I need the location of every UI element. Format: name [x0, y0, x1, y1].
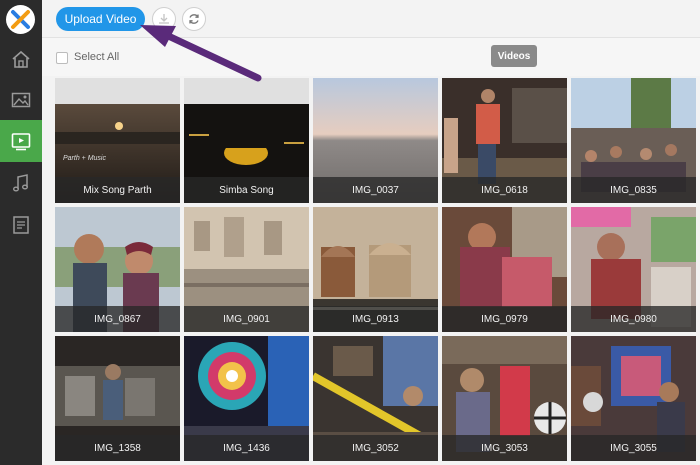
video-title: IMG_0037 [313, 177, 438, 203]
video-icon [11, 133, 31, 151]
app-logo [6, 5, 35, 34]
thumbnail-overlay-text: Parth + Music [63, 155, 106, 162]
download-button[interactable] [152, 7, 176, 31]
video-grid: Parth + Music Mix Song Parth Simba Song … [55, 78, 700, 465]
video-title: IMG_0867 [55, 306, 180, 332]
sidebar-item-home[interactable] [0, 38, 42, 80]
refresh-icon [189, 14, 199, 24]
video-title: IMG_0901 [184, 306, 309, 332]
document-icon [13, 216, 29, 234]
video-tile[interactable]: IMG_0867 [55, 207, 180, 332]
video-tile[interactable]: IMG_0980 [571, 207, 696, 332]
sidebar [0, 0, 42, 465]
video-title: Mix Song Parth [55, 177, 180, 203]
video-tile[interactable]: IMG_0835 [571, 78, 696, 203]
home-icon [12, 50, 30, 68]
video-tile[interactable]: IMG_0037 [313, 78, 438, 203]
logo-icon [11, 10, 30, 29]
video-tile[interactable]: Parth + Music Mix Song Parth [55, 78, 180, 203]
video-title: IMG_0980 [571, 306, 696, 332]
image-icon [11, 92, 31, 108]
upload-video-button[interactable]: Upload Video [56, 7, 145, 31]
video-title: IMG_1436 [184, 435, 309, 461]
video-tile[interactable]: IMG_3055 [571, 336, 696, 461]
music-icon [13, 174, 28, 192]
video-title: IMG_0913 [313, 306, 438, 332]
video-title: Simba Song [184, 177, 309, 203]
video-tile[interactable]: IMG_1358 [55, 336, 180, 461]
video-title: IMG_3052 [313, 435, 438, 461]
selection-toolbar: Select All Videos [42, 38, 700, 76]
video-title: IMG_0979 [442, 306, 567, 332]
sidebar-item-music[interactable] [0, 162, 42, 204]
video-title: IMG_0618 [442, 177, 567, 203]
video-tile[interactable]: IMG_1436 [184, 336, 309, 461]
sidebar-item-videos[interactable] [0, 120, 42, 162]
videos-tooltip: Videos [491, 45, 537, 67]
video-tile[interactable]: IMG_3052 [313, 336, 438, 461]
download-icon [159, 14, 169, 24]
video-title: IMG_3053 [442, 435, 567, 461]
sidebar-item-photos[interactable] [0, 79, 42, 121]
refresh-button[interactable] [182, 7, 206, 31]
select-all-label[interactable]: Select All [74, 51, 119, 63]
video-tile[interactable]: IMG_0913 [313, 207, 438, 332]
video-tile[interactable]: Simba Song [184, 78, 309, 203]
sidebar-item-documents[interactable] [0, 204, 42, 246]
video-tile[interactable]: IMG_0979 [442, 207, 567, 332]
video-tile[interactable]: IMG_0901 [184, 207, 309, 332]
select-all-checkbox[interactable] [56, 52, 68, 64]
top-bar: Upload Video [42, 0, 700, 38]
video-title: IMG_0835 [571, 177, 696, 203]
video-tile[interactable]: IMG_0618 [442, 78, 567, 203]
video-title: IMG_3055 [571, 435, 696, 461]
video-tile[interactable]: IMG_3053 [442, 336, 567, 461]
video-title: IMG_1358 [55, 435, 180, 461]
